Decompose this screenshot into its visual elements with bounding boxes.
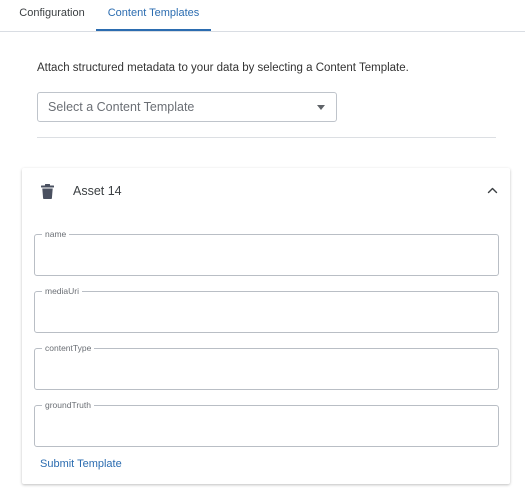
- content-template-select[interactable]: Select a Content Template: [37, 92, 337, 122]
- name-field-label: name: [42, 228, 70, 240]
- tab-configuration[interactable]: Configuration: [8, 0, 96, 32]
- trash-icon[interactable]: [41, 184, 54, 199]
- tab-bar: Configuration Content Templates: [0, 0, 525, 32]
- active-tab-indicator: [96, 29, 211, 31]
- intro-text: Attach structured metadata to your data …: [37, 62, 409, 74]
- content-type-field[interactable]: contentType: [34, 342, 499, 390]
- caret-down-icon: [317, 105, 325, 110]
- submit-template-button[interactable]: Submit Template: [40, 458, 122, 470]
- media-uri-field-label: mediaUri: [42, 285, 83, 297]
- asset-title: Asset 14: [73, 184, 122, 198]
- tab-content-templates[interactable]: Content Templates: [96, 0, 211, 32]
- ground-truth-field[interactable]: groundTruth: [34, 399, 499, 447]
- asset-card: Asset 14 name mediaUri contentType groun…: [22, 168, 510, 484]
- media-uri-field[interactable]: mediaUri: [34, 285, 499, 333]
- name-field[interactable]: name: [34, 228, 499, 276]
- divider: [37, 137, 496, 138]
- chevron-up-icon[interactable]: [487, 185, 498, 196]
- content-templates-panel: Configuration Content Templates Attach s…: [0, 0, 525, 493]
- content-type-field-label: contentType: [42, 342, 95, 354]
- select-placeholder: Select a Content Template: [48, 100, 195, 114]
- ground-truth-field-label: groundTruth: [42, 399, 94, 411]
